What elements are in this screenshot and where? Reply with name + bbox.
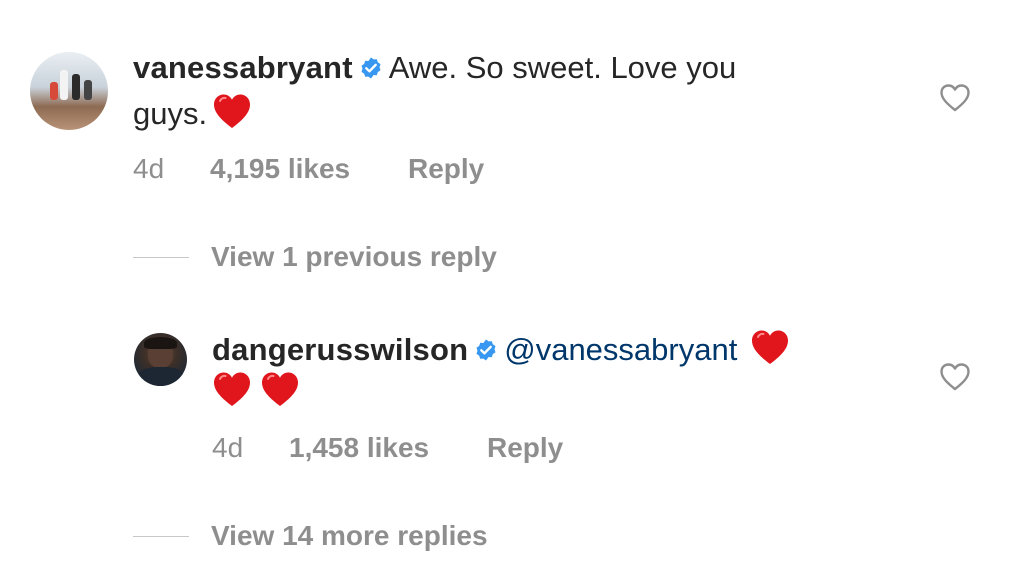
comment-2-likes[interactable]: 1,458 likes xyxy=(289,432,429,464)
view-previous-reply-link[interactable]: View 1 previous reply xyxy=(133,241,497,273)
red-heart-emoji-icon xyxy=(214,372,250,406)
avatar-vanessabryant[interactable] xyxy=(30,52,108,130)
avatar-dangerusswilson[interactable] xyxy=(134,333,187,386)
red-heart-emoji-icon xyxy=(213,94,250,128)
red-heart-emoji-icon xyxy=(262,372,298,406)
comment-1-text: Awe. So sweet. Love you xyxy=(388,50,737,85)
comment-2-line-1: dangerusswilson @vanessabryant xyxy=(212,328,790,368)
heart-outline-icon[interactable] xyxy=(939,83,971,113)
comment-2-line-2 xyxy=(212,370,300,410)
heart-outline-icon[interactable] xyxy=(939,362,971,392)
divider xyxy=(133,535,189,537)
username-dangerusswilson[interactable]: dangerusswilson xyxy=(212,332,468,367)
comment-2-time: 4d xyxy=(212,432,244,463)
verified-badge-icon xyxy=(476,339,496,361)
comment-1-likes[interactable]: 4,195 likes xyxy=(210,153,350,185)
comment-1-time: 4d xyxy=(133,153,165,184)
comment-2-reply-button[interactable]: Reply xyxy=(487,432,563,464)
comments-panel: vanessabryant Awe. So sweet. Love you gu… xyxy=(0,0,1024,576)
view-previous-reply-label: View 1 previous reply xyxy=(211,241,497,272)
comment-1-line-2: guys. xyxy=(133,92,252,132)
verified-badge-icon xyxy=(361,57,381,79)
comment-1-line-1: vanessabryant Awe. So sweet. Love you xyxy=(133,50,736,86)
view-more-replies-link[interactable]: View 14 more replies xyxy=(133,520,488,552)
username-vanessabryant[interactable]: vanessabryant xyxy=(133,50,353,85)
comment-1-text-cont: guys. xyxy=(133,96,208,131)
red-heart-emoji-icon xyxy=(751,330,788,364)
view-more-replies-label: View 14 more replies xyxy=(211,520,488,551)
comment-1-reply-button[interactable]: Reply xyxy=(408,153,484,185)
mention-vanessabryant[interactable]: @vanessabryant xyxy=(504,332,737,367)
divider xyxy=(133,256,189,258)
